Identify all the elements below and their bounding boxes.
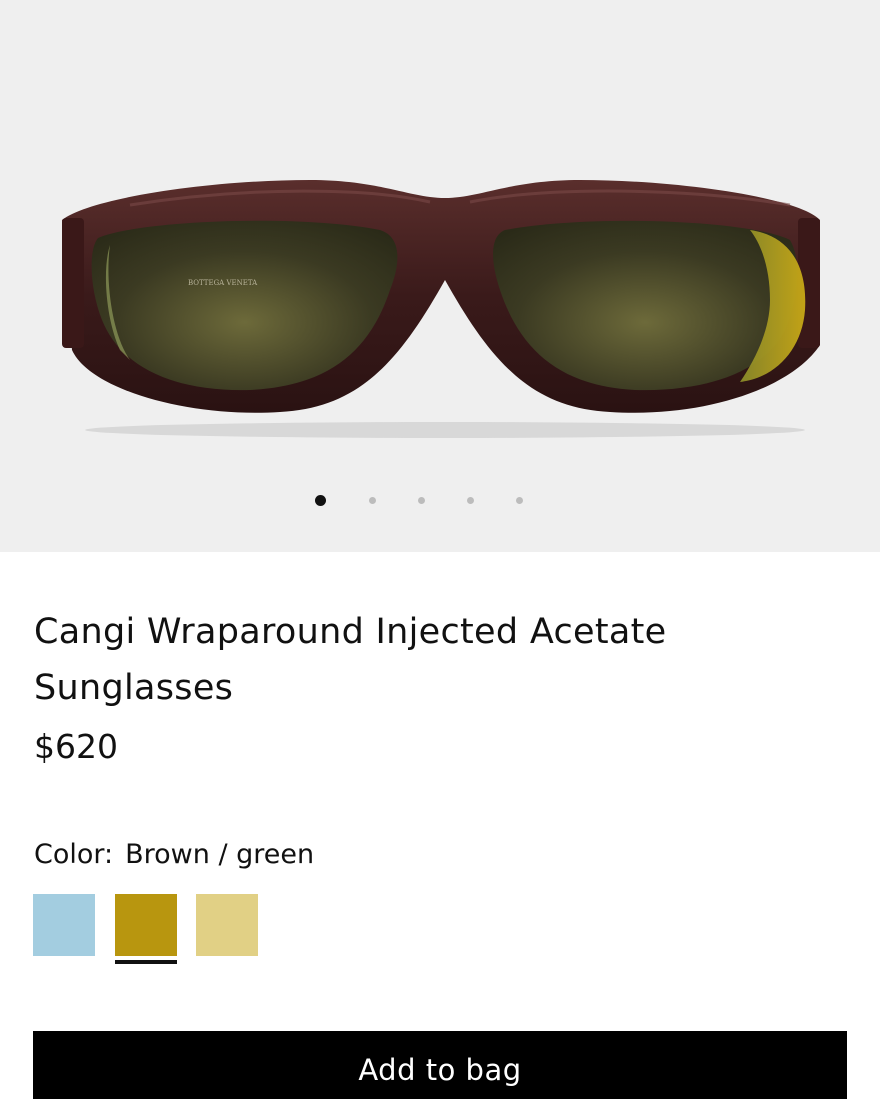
add-to-bag-button[interactable]: Add to bag — [33, 1031, 847, 1099]
color-swatch-light-blue[interactable] — [33, 894, 95, 956]
gallery-dot[interactable] — [467, 497, 474, 504]
product-image-gallery[interactable]: BOTTEGA VENETA — [0, 0, 880, 552]
product-title: Cangi Wraparound Injected Acetate Sungla… — [34, 612, 667, 708]
sunglasses-image: BOTTEGA VENETA — [62, 180, 820, 438]
gallery-dot-active[interactable] — [315, 495, 326, 506]
gallery-dot[interactable] — [369, 497, 376, 504]
gallery-dot[interactable] — [418, 497, 425, 504]
color-label: Color: — [34, 839, 114, 870]
color-swatch-mustard[interactable] — [115, 894, 177, 956]
color-swatch-pale-yellow[interactable] — [196, 894, 258, 956]
gallery-dot[interactable] — [516, 497, 523, 504]
color-selection-label: Color: Brown / green — [34, 835, 314, 875]
product-price: $620 — [34, 727, 118, 766]
svg-text:BOTTEGA VENETA: BOTTEGA VENETA — [188, 279, 258, 287]
color-value: Brown / green — [125, 839, 315, 870]
gallery-pagination — [0, 493, 880, 509]
selected-swatch-indicator — [115, 960, 177, 964]
